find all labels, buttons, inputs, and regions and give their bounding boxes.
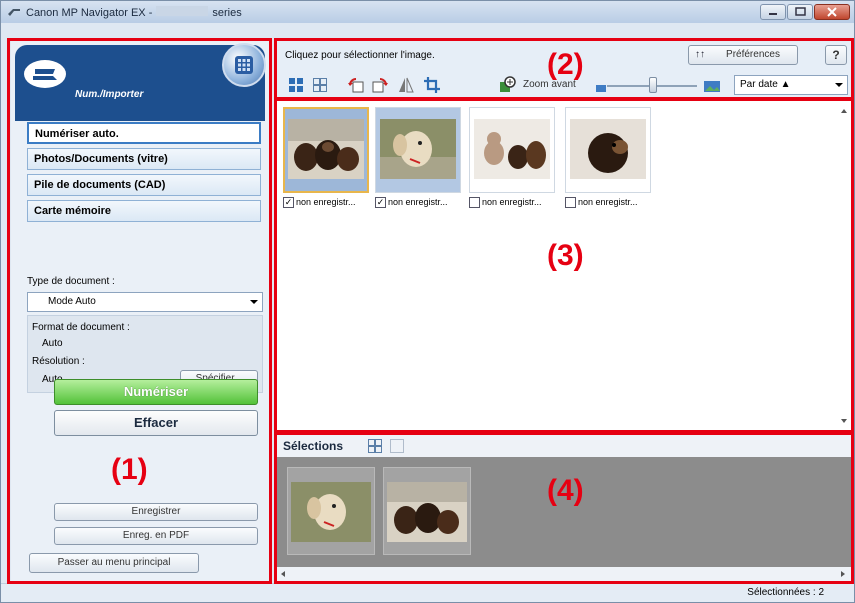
preferences-label: Préférences bbox=[726, 49, 780, 60]
rotate-left-icon[interactable] bbox=[347, 76, 365, 94]
instruction-text: Cliquez pour sélectionner l'image. bbox=[285, 50, 435, 61]
preferences-button[interactable]: ↑↑ Préférences bbox=[688, 45, 798, 65]
annotation-label-2: (2) bbox=[547, 48, 584, 81]
thumbnail-checkbox[interactable] bbox=[565, 196, 576, 208]
scan-import-header: Num./Importer bbox=[15, 43, 266, 121]
document-type-select[interactable]: Mode Auto bbox=[27, 292, 263, 312]
dog-photo-thumbnail bbox=[380, 119, 456, 179]
horizontal-scrollbar[interactable] bbox=[277, 567, 851, 581]
large-image-icon bbox=[704, 81, 720, 92]
grid-view-icon[interactable] bbox=[367, 438, 383, 454]
zoom-in-icon[interactable] bbox=[499, 76, 517, 94]
thumbnail-caption: non enregistr... bbox=[469, 195, 555, 209]
main-menu-button[interactable]: Passer au menu principal bbox=[29, 553, 199, 573]
thumbnail-item[interactable]: non enregistr... bbox=[565, 107, 651, 215]
thumbnail-item[interactable]: ✓ non enregistr... bbox=[283, 107, 369, 215]
chevron-down-icon bbox=[835, 83, 843, 87]
maximize-button[interactable] bbox=[787, 4, 813, 20]
thumbnail-caption-text: non enregistr... bbox=[296, 197, 356, 207]
document-type-label: Type de document : bbox=[27, 276, 115, 287]
clear-button[interactable]: Effacer bbox=[54, 410, 258, 436]
selections-header: Sélections bbox=[277, 435, 851, 457]
document-size-label: Format de document : bbox=[32, 322, 130, 333]
chevron-down-icon bbox=[250, 300, 258, 304]
title-bar: Canon MP Navigator EX - series bbox=[1, 1, 854, 23]
preferences-icon: ↑↑ bbox=[695, 49, 705, 60]
thumbnail-caption: non enregistr... bbox=[565, 195, 651, 209]
thumbnail-size-slider[interactable] bbox=[649, 77, 657, 93]
thumbnail-checkbox[interactable]: ✓ bbox=[283, 196, 294, 208]
save-pdf-button[interactable]: Enreg. en PDF bbox=[54, 527, 258, 545]
help-button[interactable]: ? bbox=[825, 45, 847, 65]
selected-count: Sélectionnées : 2 bbox=[747, 587, 824, 598]
menu-item-memory-card[interactable]: Carte mémoire bbox=[27, 200, 261, 222]
sort-order-value: Par date ▲ bbox=[740, 79, 791, 90]
annotation-label-3: (3) bbox=[547, 239, 584, 272]
main-menu-globe-icon[interactable] bbox=[222, 43, 266, 87]
thumbnail-item[interactable]: ✓ non enregistr... bbox=[375, 107, 461, 215]
app-window: Canon MP Navigator EX - series Num./Impor… bbox=[0, 0, 855, 603]
thumbnail-checkbox[interactable]: ✓ bbox=[375, 196, 386, 208]
selected-image[interactable] bbox=[383, 467, 471, 555]
scanner-icon bbox=[24, 60, 66, 88]
thumbnail-caption: ✓ non enregistr... bbox=[375, 195, 461, 209]
dog-closeup-photo-thumbnail bbox=[570, 119, 646, 179]
left-panel: Num./Importer Numériser auto. Photos/Doc… bbox=[11, 41, 269, 581]
dogs-photo-thumbnail bbox=[288, 119, 364, 179]
annotation-label-4: (4) bbox=[547, 474, 584, 507]
document-size-value: Auto bbox=[42, 338, 63, 349]
selections-title: Sélections bbox=[283, 439, 344, 453]
menu-item-photos-documents[interactable]: Photos/Documents (vitre) bbox=[27, 148, 261, 170]
document-type-value: Mode Auto bbox=[48, 296, 96, 307]
thumbnail-caption-text: non enregistr... bbox=[482, 197, 542, 207]
thumbnail-caption-text: non enregistr... bbox=[388, 197, 448, 207]
rotate-right-icon[interactable] bbox=[371, 76, 389, 94]
thumbnail-item[interactable]: non enregistr... bbox=[469, 107, 555, 215]
sort-order-select[interactable]: Par date ▲ bbox=[734, 75, 848, 95]
thumbnail-checkbox[interactable] bbox=[469, 196, 480, 208]
annotation-label-1: (1) bbox=[111, 453, 148, 486]
select-all-icon[interactable] bbox=[287, 76, 305, 94]
cancel-all-icon[interactable] bbox=[311, 76, 329, 94]
flip-icon[interactable] bbox=[397, 76, 415, 94]
close-button[interactable] bbox=[814, 4, 850, 20]
crop-icon[interactable] bbox=[423, 76, 441, 94]
thumbnail-caption: ✓ non enregistr... bbox=[283, 195, 369, 209]
dogs-photo-selected bbox=[387, 482, 467, 542]
save-button[interactable]: Enregistrer bbox=[54, 503, 258, 521]
small-image-icon bbox=[596, 85, 606, 92]
vertical-scrollbar[interactable] bbox=[838, 103, 850, 429]
scan-button[interactable]: Numériser bbox=[54, 379, 258, 405]
dogs-teddy-photo-thumbnail bbox=[474, 119, 550, 179]
minimize-button[interactable] bbox=[760, 4, 786, 20]
selected-image[interactable] bbox=[287, 467, 375, 555]
status-bar: Sélectionnées : 2 bbox=[1, 583, 854, 602]
menu-item-auto-scan[interactable]: Numériser auto. bbox=[27, 122, 261, 144]
dog-photo-selected bbox=[291, 482, 371, 542]
menu-item-document-stack[interactable]: Pile de documents (CAD) bbox=[27, 174, 261, 196]
window-title: Canon MP Navigator EX - series bbox=[26, 5, 242, 19]
resolution-label: Résolution : bbox=[32, 356, 85, 367]
scan-import-label: Num./Importer bbox=[75, 89, 144, 100]
app-icon bbox=[8, 9, 20, 16]
single-view-icon[interactable] bbox=[389, 438, 405, 454]
thumbnail-caption-text: non enregistr... bbox=[578, 197, 638, 207]
